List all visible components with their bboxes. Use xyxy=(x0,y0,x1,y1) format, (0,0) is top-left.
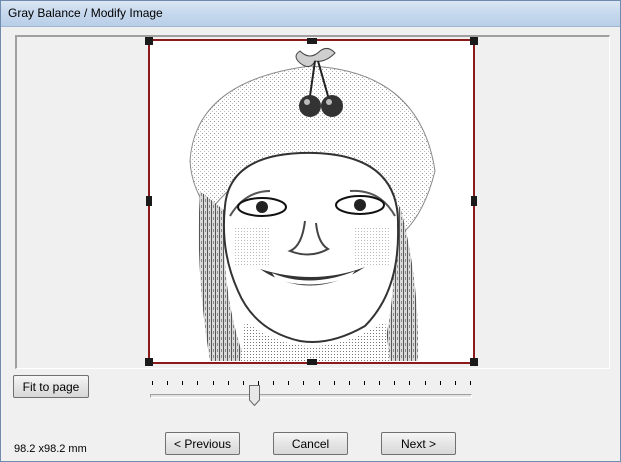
slider-tick xyxy=(197,381,198,385)
slider-tick xyxy=(152,381,153,385)
slider-tick xyxy=(455,381,456,385)
slider-tick xyxy=(394,381,395,385)
resize-handle-top-left[interactable] xyxy=(145,37,153,45)
slider-track xyxy=(150,394,472,398)
window-title: Gray Balance / Modify Image xyxy=(8,6,163,20)
resize-handle-bottom-left[interactable] xyxy=(145,358,153,366)
fit-to-page-button[interactable]: Fit to page xyxy=(13,375,89,398)
image-size-label: 98.2 x98.2 mm xyxy=(14,443,87,455)
slider-tick xyxy=(167,381,168,385)
resize-handle-bottom-right[interactable] xyxy=(470,358,478,366)
resize-handle-left[interactable] xyxy=(146,196,152,206)
slider-tick xyxy=(182,381,183,385)
slider-tick xyxy=(379,381,380,385)
slider-tick xyxy=(425,381,426,385)
slider-tick xyxy=(409,381,410,385)
cancel-button[interactable]: Cancel xyxy=(273,432,348,455)
resize-handle-right[interactable] xyxy=(471,196,477,206)
slider-tick xyxy=(364,381,365,385)
resize-handle-bottom[interactable] xyxy=(307,359,317,365)
resize-handle-top[interactable] xyxy=(307,38,317,44)
next-button[interactable]: Next > xyxy=(381,432,456,455)
gray-balance-slider[interactable] xyxy=(150,376,472,410)
slider-tick xyxy=(349,381,350,385)
title-bar: Gray Balance / Modify Image xyxy=(1,1,620,27)
slider-tick xyxy=(440,381,441,385)
slider-tick xyxy=(213,381,214,385)
slider-tick xyxy=(228,381,229,385)
slider-tick xyxy=(273,381,274,385)
slider-tick xyxy=(470,381,471,385)
image-preview[interactable] xyxy=(148,39,475,364)
slider-tick xyxy=(303,381,304,385)
slider-tick xyxy=(288,381,289,385)
portrait-image xyxy=(150,41,473,362)
slider-tick xyxy=(334,381,335,385)
resize-handle-top-right[interactable] xyxy=(470,37,478,45)
slider-tick xyxy=(319,381,320,385)
slider-thumb[interactable] xyxy=(249,385,260,406)
previous-button[interactable]: < Previous xyxy=(165,432,240,455)
slider-tick xyxy=(243,381,244,385)
